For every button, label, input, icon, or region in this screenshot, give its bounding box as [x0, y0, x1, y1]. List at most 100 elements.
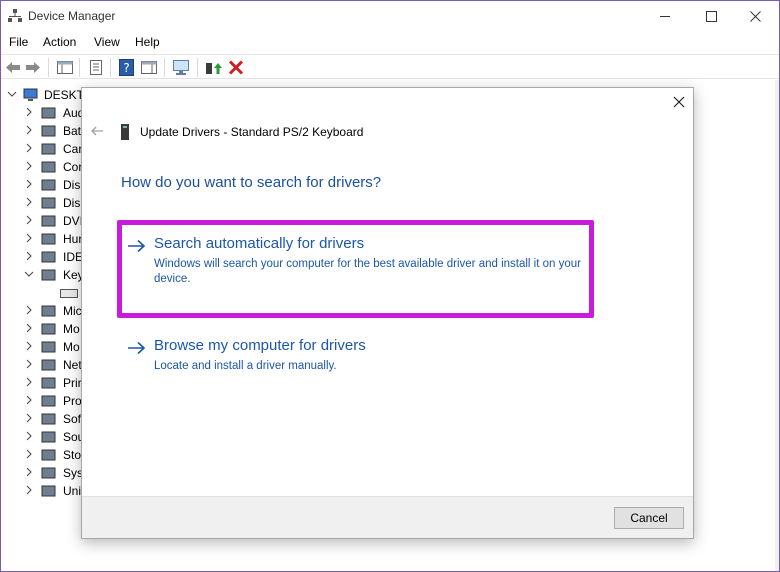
- network-icon: [41, 359, 56, 371]
- chevron-right-icon[interactable]: [24, 305, 34, 315]
- chevron-right-icon[interactable]: [24, 323, 34, 333]
- chevron-right-icon[interactable]: [24, 449, 34, 459]
- battery-icon: [41, 125, 56, 137]
- help-icon[interactable]: ?: [118, 59, 136, 76]
- display-icon: [41, 197, 56, 209]
- chevron-right-icon[interactable]: [24, 413, 34, 423]
- search-automatically-option[interactable]: Search automatically for drivers Windows…: [127, 235, 587, 295]
- system-icon: [41, 467, 56, 479]
- tree-item-label: Net: [63, 358, 82, 372]
- toolbar-separator: [48, 58, 49, 77]
- processor-icon: [41, 395, 56, 407]
- camera-icon: [41, 143, 56, 155]
- close-icon: [749, 10, 761, 22]
- dialog-heading: How do you want to search for drivers?: [121, 174, 382, 191]
- dialog-title: Update Drivers - Standard PS/2 Keyboard: [140, 125, 364, 139]
- usb-icon: [41, 485, 56, 497]
- chevron-right-icon[interactable]: [24, 197, 34, 207]
- window-title: Device Manager: [28, 9, 116, 23]
- update-driver-icon[interactable]: [204, 59, 222, 76]
- menu-bar: File Action View Help: [1, 32, 779, 54]
- software-icon: [41, 413, 56, 425]
- chevron-right-icon[interactable]: [24, 251, 34, 261]
- browse-computer-option[interactable]: Browse my computer for drivers Locate an…: [127, 337, 587, 377]
- device-manager-icon: [8, 9, 22, 22]
- maximize-icon: [705, 10, 717, 22]
- arrow-right-icon: [128, 341, 146, 355]
- hid-icon: [41, 233, 56, 245]
- uninstall-device-icon[interactable]: [227, 59, 245, 76]
- disk-icon: [41, 179, 56, 191]
- tree-item-label: DVI: [63, 214, 84, 228]
- tree-item-label: Mo: [63, 322, 80, 336]
- device-manager-window: Device Manager File Action View Help ? D…: [0, 0, 780, 572]
- dialog-footer: Cancel: [82, 496, 693, 538]
- tree-item-label: Car: [63, 142, 83, 156]
- back-arrow-icon[interactable]: [4, 59, 22, 76]
- chevron-right-icon[interactable]: [24, 395, 34, 405]
- chevron-right-icon[interactable]: [24, 341, 34, 351]
- tree-item-label: Bat: [63, 124, 82, 138]
- menu-action[interactable]: Action: [43, 35, 76, 49]
- menu-file[interactable]: File: [9, 35, 28, 49]
- scan-hardware-changes-icon[interactable]: [172, 59, 190, 76]
- browse-computer-description: Locate and install a driver manually.: [154, 360, 337, 372]
- keyboard-icon: [41, 269, 56, 281]
- tree-item-label: Prir: [63, 376, 82, 390]
- arrow-right-icon: [128, 239, 146, 253]
- chevron-right-icon[interactable]: [24, 215, 34, 225]
- cancel-button[interactable]: Cancel: [614, 507, 684, 529]
- action-pane-icon[interactable]: [140, 59, 158, 76]
- sound-icon: [41, 431, 56, 443]
- keyboard-device-icon: [121, 124, 129, 140]
- tree-item-label: Cor: [63, 160, 83, 174]
- search-automatically-title[interactable]: Search automatically for drivers: [154, 235, 364, 252]
- monitor-icon: [41, 341, 56, 353]
- show-hide-console-tree-icon[interactable]: [56, 59, 74, 76]
- computer-icon: [23, 88, 38, 101]
- chevron-down-icon[interactable]: [7, 89, 17, 99]
- toolbar-separator: [110, 58, 111, 77]
- toolbar: ?: [1, 54, 779, 79]
- chevron-right-icon[interactable]: [24, 179, 34, 189]
- chevron-right-icon[interactable]: [24, 467, 34, 477]
- chevron-down-icon[interactable]: [24, 269, 34, 279]
- keyboard-icon: [60, 289, 78, 298]
- tree-item-label: Pro: [63, 394, 82, 408]
- audio-icon: [41, 107, 56, 119]
- search-automatically-description: Windows will search your computer for th…: [154, 258, 581, 285]
- close-window-button[interactable]: [732, 1, 778, 31]
- chevron-right-icon[interactable]: [24, 431, 34, 441]
- title-bar: Device Manager: [1, 1, 779, 31]
- tree-item-label: Disl: [63, 178, 83, 192]
- chevron-right-icon[interactable]: [24, 143, 34, 153]
- mic-icon: [41, 305, 56, 317]
- minimize-button[interactable]: [642, 1, 688, 31]
- browse-computer-title[interactable]: Browse my computer for drivers: [154, 337, 366, 354]
- properties-icon[interactable]: [87, 59, 105, 76]
- tree-item-label: Sto: [63, 448, 82, 462]
- forward-arrow-icon[interactable]: [24, 59, 42, 76]
- vertical-scrollbar[interactable]: [775, 80, 779, 571]
- toolbar-separator: [197, 58, 198, 77]
- printer-icon: [41, 377, 56, 389]
- mouse-icon: [41, 323, 56, 335]
- tree-item-label: Uni: [63, 484, 82, 498]
- maximize-button[interactable]: [688, 1, 734, 31]
- chevron-right-icon[interactable]: [24, 359, 34, 369]
- chevron-right-icon[interactable]: [24, 377, 34, 387]
- menu-help[interactable]: Help: [135, 35, 160, 49]
- chevron-right-icon[interactable]: [24, 161, 34, 171]
- minimize-icon: [659, 15, 670, 17]
- tree-item-label: Mo: [63, 340, 80, 354]
- chevron-right-icon[interactable]: [24, 125, 34, 135]
- dvd-icon: [41, 215, 56, 227]
- tree-item-label: Dis: [63, 196, 81, 210]
- chevron-right-icon[interactable]: [24, 233, 34, 243]
- menu-view[interactable]: View: [94, 35, 120, 49]
- close-dialog-icon[interactable]: [671, 94, 687, 110]
- chevron-right-icon[interactable]: [24, 485, 34, 495]
- chevron-right-icon[interactable]: [24, 107, 34, 117]
- tree-item-label: Hur: [63, 232, 83, 246]
- back-arrow-icon[interactable]: [90, 124, 104, 138]
